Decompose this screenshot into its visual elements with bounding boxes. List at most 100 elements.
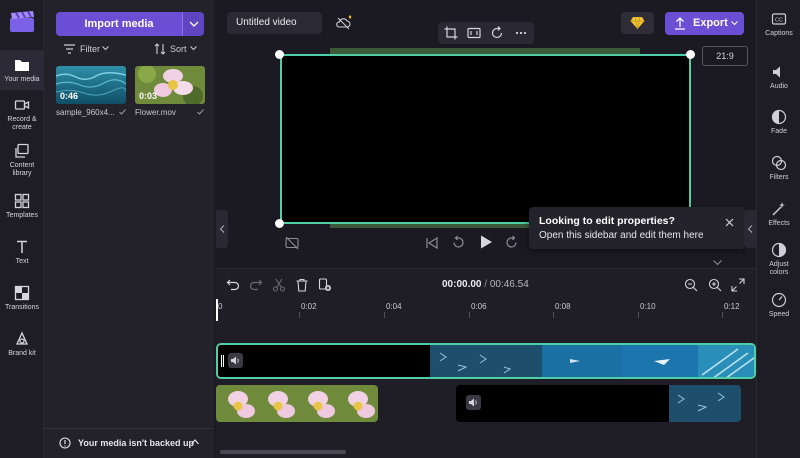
ruler-label: 0:04 [386,302,402,311]
transitions-icon [14,285,30,301]
chevron-down-icon[interactable] [713,260,722,266]
sample-clip-frames [456,385,741,422]
chevron-left-icon [747,225,753,233]
panel-filters[interactable]: Filters [757,155,800,182]
resize-handle[interactable] [275,50,284,59]
panel-adjust-colors[interactable]: Adjust colors [757,242,800,277]
nav-record-create[interactable]: Record & create [0,97,44,132]
expand-properties-panel-button[interactable] [744,210,756,248]
play-icon[interactable] [478,234,494,250]
speaker-icon [469,398,477,407]
zoom-in-icon[interactable] [708,278,722,292]
resize-handle[interactable] [686,50,695,59]
nav-content-library[interactable]: Content library [0,143,44,178]
video-clip-track[interactable] [216,343,756,379]
speaker-icon [231,356,239,365]
split-scissors-icon[interactable] [272,278,286,292]
filter-button[interactable]: Filter [64,43,114,57]
nav-label: Your media [4,76,40,83]
crop-icon[interactable] [444,26,458,40]
speed-icon [771,292,787,308]
nav-brand-kit[interactable]: Brand kit [0,331,44,358]
media-name: sample_960x4... [56,108,115,117]
clipchamp-logo-icon [8,10,36,34]
media-name: Flower.mov [135,108,176,117]
nav-templates[interactable]: Templates [0,193,44,220]
ruler-tick [384,312,385,318]
zoom-out-icon[interactable] [684,278,698,292]
chevron-down-icon [190,46,197,51]
nav-label: Templates [6,212,38,219]
redo-icon[interactable] [249,278,263,292]
playhead[interactable] [216,299,218,321]
ocean-clip-frames [218,345,754,377]
ruler-tick [469,312,470,318]
chevron-down-icon [731,21,738,26]
export-button[interactable]: Export [665,12,744,35]
fit-icon[interactable] [467,26,481,40]
tooltip-body: Open this sidebar and edit them here [539,230,704,241]
media-thumbnail-flower[interactable]: 0:03 [135,66,205,104]
trim-handle[interactable] [221,355,224,367]
nav-transitions[interactable]: Transitions [0,285,44,312]
more-options-icon[interactable] [514,26,528,40]
panel-label: Speed [768,311,790,318]
collapse-media-panel-button[interactable] [216,210,228,248]
import-media-button[interactable]: Import media [56,12,182,36]
total-time: 00:46.54 [489,279,529,290]
sort-label: Sort [170,44,187,54]
close-icon[interactable] [725,218,734,227]
time-separator: / [484,279,488,290]
panel-audio[interactable]: Audio [757,64,800,91]
svg-text:CC: CC [775,18,783,24]
video-title-field[interactable]: Untitled video [227,12,322,34]
info-icon [59,437,71,449]
premium-button[interactable] [621,12,654,34]
resize-handle[interactable] [275,219,284,228]
fade-icon [771,109,787,125]
flower-clip[interactable] [216,385,378,422]
nav-your-media[interactable]: Your media [0,50,44,90]
undo-icon[interactable] [226,278,240,292]
rotate-icon[interactable] [490,26,504,40]
add-to-timeline-icon[interactable] [318,278,332,292]
mute-clip-button[interactable] [466,395,481,410]
filter-icon [64,44,75,54]
panel-captions[interactable]: CC Captions [757,11,800,38]
panel-effects[interactable]: Effects [757,201,800,228]
captions-off-icon[interactable] [285,236,299,250]
sample-clip-segment[interactable] [456,385,741,422]
nav-label: Record & [7,116,37,123]
library-icon [14,143,30,159]
forward-5-icon[interactable] [504,235,519,250]
ruler-tick [638,312,639,318]
import-options-dropdown[interactable] [182,12,204,36]
timeline-scrollbar[interactable] [220,450,346,454]
nav-label: Brand kit [8,350,36,357]
camera-icon [14,97,30,113]
aspect-ratio-button[interactable]: 21:9 [702,46,748,66]
filter-label: Filter [80,44,100,54]
video-preview-canvas[interactable] [280,54,691,224]
skip-back-icon[interactable] [425,236,439,250]
media-thumbnail-sample[interactable]: 0:46 [56,66,126,104]
panel-label: colors [769,269,789,276]
current-time: 00:00.00 [442,279,482,290]
nav-label: Transitions [5,304,39,311]
sort-button[interactable]: Sort [154,43,200,57]
ruler-tick [722,312,723,318]
tooltip-title: Looking to edit properties? [539,215,675,227]
panel-speed[interactable]: Speed [757,292,800,319]
mute-clip-button[interactable] [228,353,243,368]
fit-timeline-icon[interactable] [731,278,745,292]
nav-text[interactable]: Text [0,239,44,266]
delete-icon[interactable] [295,278,309,292]
backup-status-bar[interactable]: Your media isn't backed up [44,428,214,456]
rewind-5-icon[interactable] [451,235,466,250]
panel-label: Audio [770,83,788,90]
timecode-display: 00:00.00 / 00:46.54 [442,279,542,290]
cloud-sync-button[interactable] [333,12,355,34]
folder-icon [14,57,30,73]
chevron-up-icon [191,439,199,445]
panel-fade[interactable]: Fade [757,109,800,136]
